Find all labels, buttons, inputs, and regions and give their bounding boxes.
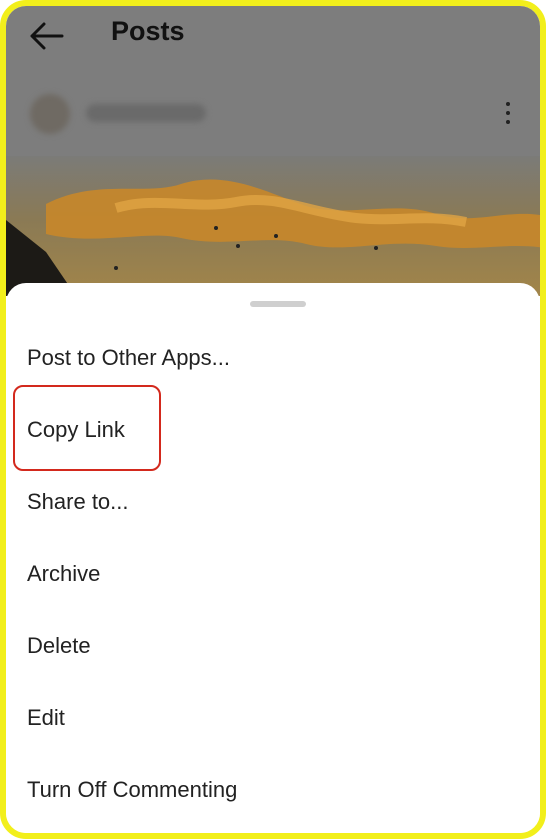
menu-item-copy-link[interactable]: Copy Link — [27, 417, 125, 443]
post-image — [6, 156, 540, 296]
sheet-drag-handle[interactable] — [250, 301, 306, 307]
menu-item-archive[interactable]: Archive — [27, 561, 100, 587]
avatar[interactable] — [30, 94, 70, 134]
menu-item-share-to[interactable]: Share to... — [27, 489, 129, 515]
menu-item-edit[interactable]: Edit — [27, 705, 65, 731]
screenshot-frame: Posts Post to Other Apps... Copy Link Sh… — [0, 0, 546, 839]
menu-item-delete[interactable]: Delete — [27, 633, 91, 659]
menu-item-post-to-other-apps[interactable]: Post to Other Apps... — [27, 345, 230, 371]
more-vertical-icon[interactable] — [504, 102, 512, 128]
page-title: Posts — [111, 16, 185, 46]
menu-item-turn-off-commenting[interactable]: Turn Off Commenting — [27, 777, 237, 803]
top-app-bar: Posts — [6, 6, 540, 66]
post-header — [6, 66, 540, 156]
username-label[interactable] — [86, 104, 206, 122]
back-arrow-icon[interactable] — [26, 18, 66, 54]
share-bottom-sheet: Post to Other Apps... Copy Link Share to… — [6, 283, 540, 833]
screen: Posts Post to Other Apps... Copy Link Sh… — [6, 6, 540, 833]
